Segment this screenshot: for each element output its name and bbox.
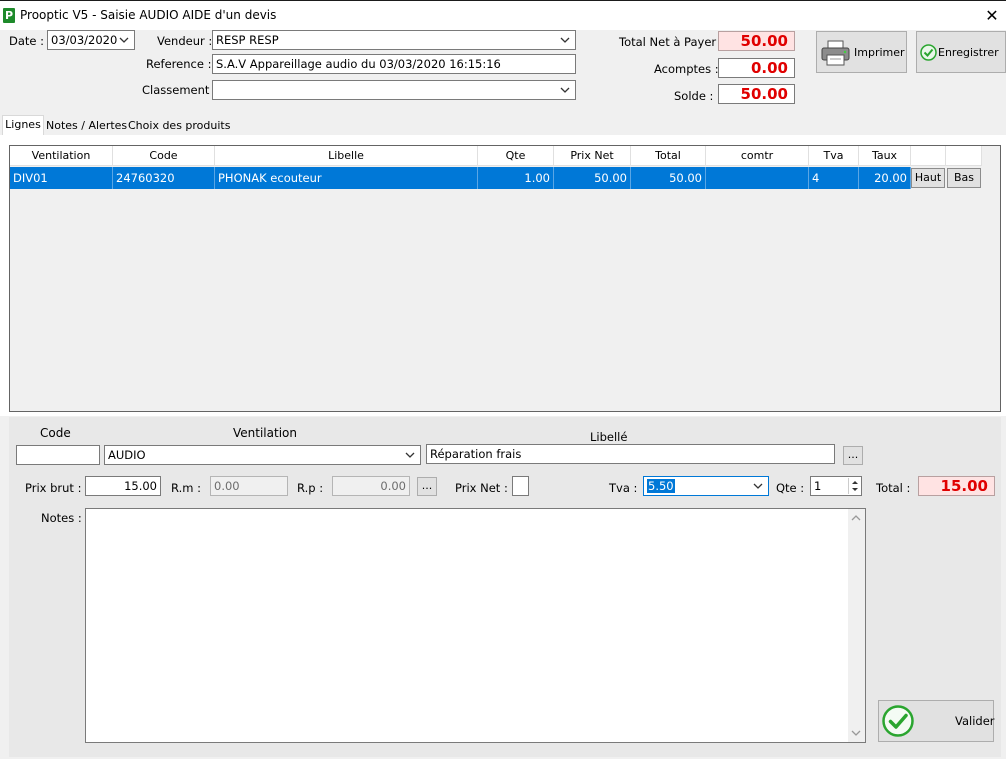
rp-label: R.p : bbox=[297, 481, 324, 495]
window-title: Prooptic V5 - Saisie AUDIO AIDE d'un dev… bbox=[20, 8, 277, 22]
cell-comtr[interactable] bbox=[706, 167, 809, 189]
column-header-comtr[interactable]: comtr bbox=[706, 146, 809, 166]
lines-grid[interactable]: Ventilation Code Libelle Qte Prix Net To… bbox=[9, 145, 1001, 412]
date-label: Date : bbox=[9, 34, 45, 48]
libelle-label: Libellé bbox=[590, 430, 628, 444]
cell-code[interactable]: 24760320 bbox=[113, 167, 215, 189]
rp-browse-button[interactable]: ... bbox=[417, 477, 437, 496]
acomptes-label: Acomptes : bbox=[654, 62, 719, 76]
vendeur-label: Vendeur : bbox=[157, 34, 213, 48]
cell-taux[interactable]: 20.00 bbox=[859, 167, 911, 189]
line-total-value: 15.00 bbox=[918, 476, 995, 496]
chevron-down-icon bbox=[119, 34, 129, 46]
cell-tva[interactable]: 4 bbox=[809, 167, 859, 189]
reference-input[interactable]: S.A.V Appareillage audio du 03/03/2020 1… bbox=[212, 54, 576, 74]
solde-label: Solde : bbox=[674, 89, 714, 103]
rm-input: 0.00 bbox=[210, 476, 288, 496]
print-button[interactable]: Imprimer bbox=[816, 31, 907, 73]
app-logo: P bbox=[3, 8, 15, 23]
cell-prix-net[interactable]: 50.00 bbox=[554, 167, 631, 189]
prix-brut-input[interactable]: 15.00 bbox=[85, 476, 161, 496]
reference-label: Reference : bbox=[146, 57, 212, 71]
classement-select[interactable] bbox=[212, 80, 576, 100]
check-icon bbox=[920, 44, 937, 64]
solde-value: 50.00 bbox=[718, 84, 795, 104]
total-net-value: 50.00 bbox=[718, 31, 795, 51]
cell-qte[interactable]: 1.00 bbox=[478, 167, 554, 189]
rp-input: 0.00 bbox=[332, 476, 410, 496]
date-picker[interactable]: 03/03/2020 bbox=[47, 30, 135, 50]
prix-net-input[interactable] bbox=[512, 476, 529, 496]
ventilation-select[interactable]: AUDIO bbox=[104, 445, 421, 465]
qte-label: Qte : bbox=[776, 481, 805, 495]
ventilation-label: Ventilation bbox=[233, 426, 297, 440]
column-header-total[interactable]: Total bbox=[631, 146, 706, 166]
cell-ventilation[interactable]: DIV01 bbox=[10, 167, 113, 189]
chevron-down-icon bbox=[560, 84, 570, 96]
column-header-bas bbox=[946, 146, 982, 166]
ventilation-value: AUDIO bbox=[108, 448, 146, 462]
code-label: Code bbox=[40, 426, 71, 440]
column-header-code[interactable]: Code bbox=[113, 146, 215, 166]
valider-button[interactable]: Valider bbox=[878, 700, 995, 742]
close-button[interactable]: ✕ bbox=[980, 5, 1004, 27]
column-header-taux[interactable]: Taux bbox=[859, 146, 911, 166]
column-header-haut bbox=[911, 146, 946, 166]
vendeur-value: RESP RESP bbox=[216, 33, 279, 47]
save-button-label: Enregistrer bbox=[938, 46, 999, 59]
column-header-ventilation[interactable]: Ventilation bbox=[10, 146, 113, 166]
rm-label: R.m : bbox=[171, 481, 201, 495]
tab-notes-alertes[interactable]: Notes / Alertes bbox=[46, 117, 127, 135]
haut-button[interactable]: Haut bbox=[911, 168, 945, 188]
print-button-label: Imprimer bbox=[854, 46, 905, 59]
save-button[interactable]: Enregistrer bbox=[916, 31, 1006, 73]
qte-stepper[interactable]: 1 bbox=[810, 476, 862, 496]
tab-choix-produits[interactable]: Choix des produits bbox=[128, 117, 230, 135]
vendeur-select[interactable]: RESP RESP bbox=[212, 30, 576, 50]
printer-icon bbox=[820, 40, 852, 69]
tab-lignes[interactable]: Lignes bbox=[2, 115, 44, 135]
bas-button[interactable]: Bas bbox=[947, 168, 981, 188]
column-header-prix-net[interactable]: Prix Net bbox=[554, 146, 631, 166]
chevron-down-icon bbox=[753, 480, 763, 492]
notes-label: Notes : bbox=[41, 511, 82, 525]
tva-value: 5.50 bbox=[647, 479, 675, 493]
classement-label: Classement : bbox=[142, 83, 217, 97]
chevron-down-icon bbox=[560, 34, 570, 46]
tva-select[interactable]: 5.50 bbox=[643, 476, 769, 496]
spin-buttons[interactable] bbox=[848, 478, 860, 494]
total-net-label: Total Net à Payer : bbox=[619, 35, 724, 49]
column-header-libelle[interactable]: Libelle bbox=[215, 146, 478, 166]
scroll-down-icon bbox=[851, 730, 861, 736]
libelle-input[interactable]: Réparation frais bbox=[426, 444, 835, 464]
notes-scrollbar[interactable] bbox=[848, 509, 865, 742]
total-label: Total : bbox=[876, 481, 911, 495]
chevron-down-icon bbox=[405, 449, 415, 461]
acomptes-value: 0.00 bbox=[718, 58, 795, 78]
date-value: 03/03/2020 bbox=[51, 33, 118, 47]
scroll-up-icon bbox=[851, 515, 861, 521]
column-header-tva[interactable]: Tva bbox=[809, 146, 859, 166]
column-header-qte[interactable]: Qte bbox=[478, 146, 554, 166]
prix-net-label: Prix Net : bbox=[455, 481, 508, 495]
cell-total[interactable]: 50.00 bbox=[631, 167, 706, 189]
spin-arrows-icon bbox=[852, 481, 858, 491]
cell-libelle[interactable]: PHONAK ecouteur bbox=[215, 167, 478, 189]
code-input[interactable] bbox=[16, 445, 100, 465]
tva-label: Tva : bbox=[609, 481, 638, 495]
notes-textarea[interactable] bbox=[85, 508, 866, 743]
title-bar: P Prooptic V5 - Saisie AUDIO AIDE d'un d… bbox=[0, 0, 1006, 30]
libelle-browse-button[interactable]: ... bbox=[843, 446, 863, 465]
qte-value: 1 bbox=[814, 479, 822, 493]
prix-brut-label: Prix brut : bbox=[25, 481, 82, 495]
valider-button-label: Valider bbox=[955, 714, 995, 728]
check-icon bbox=[882, 705, 914, 740]
